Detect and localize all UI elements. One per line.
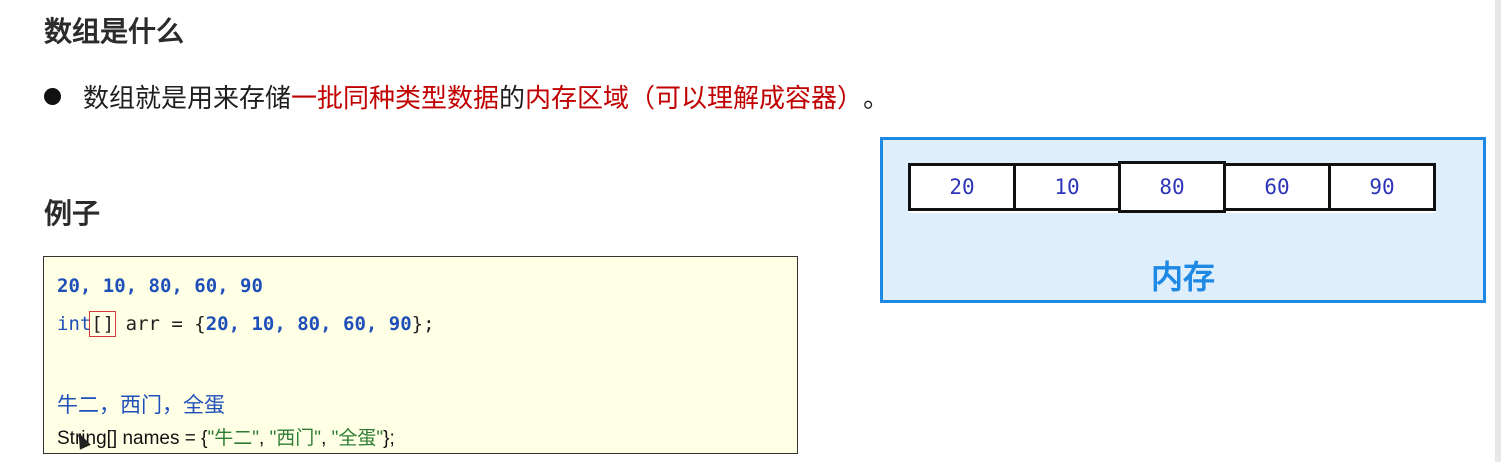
page-title: 数组是什么 [44,15,185,48]
memory-cell: 80 [1118,161,1226,213]
code-names-line: 牛二，西门，全蛋 [57,393,225,417]
bullet-middle: 的 [499,84,526,114]
code-int-array-line: int[] arr = {20, 10, 80, 60, 90}; [57,311,435,337]
code-array-brackets: [] [89,311,117,337]
code-string-end: }; [383,428,395,449]
example-heading: 例子 [44,197,101,230]
memory-cells: 20 10 80 60 90 [908,161,1436,213]
bullet-dot-icon [44,88,61,105]
code-int-values: 20, 10, 80, 60, 90 [205,313,412,335]
definition-bullet: 数组就是用来存储 一批同种类型数据的内存区域（可以理解成容器）。 [44,78,889,115]
code-keyword-int: int [57,313,92,335]
bullet-prefix: 数组就是用来存储 [83,84,292,114]
memory-cell: 20 [908,163,1016,211]
bullet-highlight-data: 一批同种类型数据 [291,84,500,114]
memory-label: 内存 [1150,258,1215,296]
code-decl: arr = { [114,313,206,335]
memory-cell: 90 [1328,163,1436,211]
code-sep-2: , [321,428,332,449]
code-string-1: "牛二" [207,428,260,449]
memory-cell: 60 [1223,163,1331,211]
code-string-array-line: String[] names = {"牛二", "西门", "全蛋"}; [57,423,395,450]
code-string-3: "全蛋" [331,428,384,449]
code-values-line: 20, 10, 80, 60, 90 [57,275,263,297]
memory-cell: 10 [1013,163,1121,211]
bullet-highlight-memory: 内存区域（可以理解成容器） [525,84,864,114]
code-sep-1: , [259,428,270,449]
memory-diagram: 20 10 80 60 90 内存 [880,137,1486,303]
code-string-2: "西门" [269,428,322,449]
code-example-box: 20, 10, 80, 60, 90 int[] arr = {20, 10, … [43,256,798,454]
scrollbar-track[interactable] [1495,0,1501,462]
code-int-end: }; [411,313,435,335]
bullet-suffix: 。 [863,84,890,114]
